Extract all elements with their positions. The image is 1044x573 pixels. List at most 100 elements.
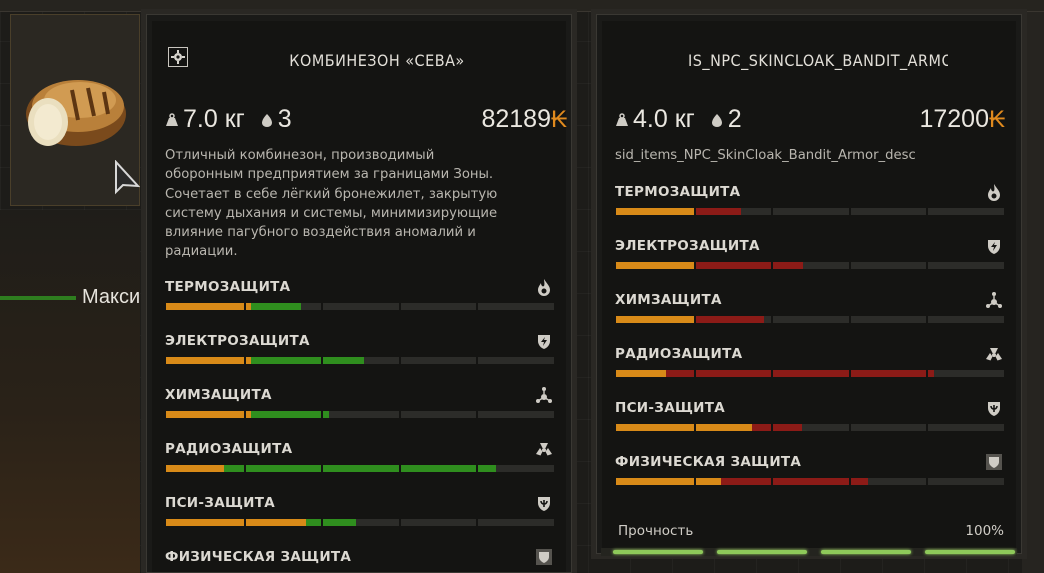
item-title: КОМБИНЕЗОН «СЕВА» bbox=[289, 51, 465, 70]
fire-icon bbox=[538, 279, 550, 296]
protection-base-segment bbox=[616, 316, 694, 323]
protection-diff-segment bbox=[251, 411, 329, 418]
durability-bar bbox=[601, 548, 1017, 556]
tooltip-body: IS_NPC_SKINCLOAK_BANDIT_ARMO 4.0 кг 2 17… bbox=[602, 21, 1016, 553]
protection-label: ФИЗИЧЕСКАЯ ЗАЩИТА bbox=[615, 454, 802, 470]
protection-base-segment bbox=[166, 303, 251, 310]
protection-label: ТЕРМОЗАЩИТА bbox=[165, 279, 291, 295]
item-slots: 2 bbox=[727, 105, 742, 133]
price-value: 82189 bbox=[481, 105, 551, 133]
bar-divider bbox=[244, 303, 246, 310]
bar-divider bbox=[694, 478, 696, 485]
item-weight: 4.0 кг bbox=[633, 105, 695, 133]
protection-label: ПСИ-ЗАЩИТА bbox=[165, 495, 275, 511]
description-line: оборонным предприятием за границами Зоны… bbox=[165, 167, 494, 183]
protection-base-segment bbox=[616, 262, 694, 269]
bar-divider bbox=[926, 370, 928, 377]
protection-diff-segment bbox=[306, 519, 356, 526]
protection-base-segment bbox=[166, 519, 306, 526]
protection-label: ПСИ-ЗАЩИТА bbox=[615, 400, 725, 416]
bar-divider bbox=[849, 316, 851, 323]
fire-icon bbox=[988, 184, 1000, 201]
chemical-icon bbox=[986, 292, 1002, 308]
bar-divider bbox=[849, 424, 851, 431]
description-line: систему дыхания и системы, минимизирующи… bbox=[165, 205, 498, 221]
bar-divider bbox=[926, 208, 928, 215]
partial-label: Макси bbox=[82, 286, 141, 308]
durability-segment bbox=[613, 550, 703, 554]
protection-base-segment bbox=[166, 357, 251, 364]
protection-label: ЭЛЕКТРОЗАЩИТА bbox=[615, 238, 760, 254]
bar-divider bbox=[926, 316, 928, 323]
bar-divider bbox=[694, 262, 696, 269]
bar-divider bbox=[771, 316, 773, 323]
protection-label: ТЕРМОЗАЩИТА bbox=[615, 184, 741, 200]
item-slots: 3 bbox=[277, 105, 292, 133]
slot-icon bbox=[711, 114, 722, 128]
bread-item-image bbox=[26, 80, 126, 146]
protection-label: ФИЗИЧЕСКАЯ ЗАЩИТА bbox=[165, 549, 352, 565]
chemical-icon bbox=[536, 387, 552, 403]
description-line: Отличный комбинезон, производимый bbox=[165, 148, 435, 163]
item-weight: 7.0 кг bbox=[183, 105, 245, 133]
protection-label: РАДИОЗАЩИТА bbox=[165, 441, 293, 457]
psi-shield-icon bbox=[538, 497, 550, 511]
durability-label: Прочность bbox=[618, 523, 694, 539]
armor-shield-icon bbox=[986, 454, 1002, 470]
protection-bar bbox=[166, 357, 554, 364]
bar-divider bbox=[771, 424, 773, 431]
item-price: 17200₭ bbox=[852, 105, 1005, 134]
tooltip-body: КОМБИНЕЗОН «СЕВА» 7.0 кг 3 82189₭ Отличн… bbox=[152, 21, 567, 572]
protection-diff-segment bbox=[721, 478, 868, 485]
protection-label: ХИМЗАЩИТА bbox=[165, 387, 272, 403]
bar-divider bbox=[849, 262, 851, 269]
bar-divider bbox=[321, 303, 323, 310]
protection-bar bbox=[616, 262, 1004, 269]
protection-bar bbox=[166, 303, 554, 310]
protection-label: ЭЛЕКТРОЗАЩИТА bbox=[165, 333, 310, 349]
bar-divider bbox=[399, 303, 401, 310]
bar-divider bbox=[476, 303, 478, 310]
protection-base-segment bbox=[166, 411, 251, 418]
durability-value: 100% bbox=[965, 523, 1004, 539]
protection-diff-segment bbox=[694, 208, 741, 215]
bar-divider bbox=[926, 424, 928, 431]
gear-icon[interactable] bbox=[168, 47, 188, 67]
bar-divider bbox=[244, 465, 246, 472]
currency-icon: ₭ bbox=[550, 106, 567, 133]
price-value: 17200 bbox=[919, 105, 989, 133]
bar-divider bbox=[399, 465, 401, 472]
lightning-shield-icon bbox=[538, 335, 550, 349]
bar-divider bbox=[476, 411, 478, 418]
bar-divider bbox=[771, 262, 773, 269]
protection-base-segment bbox=[616, 208, 694, 215]
protection-diff-segment bbox=[752, 424, 802, 431]
top-bar bbox=[0, 0, 1044, 12]
description-line: Сочетает в себе лёгкий бронежилет, закры… bbox=[165, 186, 498, 202]
bar-divider bbox=[926, 478, 928, 485]
character-panel-background bbox=[0, 210, 140, 573]
bar-divider bbox=[321, 357, 323, 364]
item-price: 82189₭ bbox=[402, 105, 567, 134]
bar-divider bbox=[694, 316, 696, 323]
bar-divider bbox=[849, 478, 851, 485]
protection-base-segment bbox=[616, 424, 752, 431]
mouse-cursor-icon bbox=[115, 160, 140, 195]
bar-divider bbox=[771, 370, 773, 377]
bar-divider bbox=[694, 208, 696, 215]
protection-bar bbox=[616, 316, 1004, 323]
bar-divider bbox=[399, 357, 401, 364]
bar-divider bbox=[771, 208, 773, 215]
durability-segment bbox=[925, 550, 1015, 554]
protection-base-segment bbox=[166, 465, 224, 472]
protection-diff-segment bbox=[694, 316, 764, 323]
bar-divider bbox=[321, 411, 323, 418]
health-bar bbox=[0, 296, 76, 300]
radiation-icon bbox=[986, 348, 1002, 361]
item-tooltip-left: КОМБИНЕЗОН «СЕВА» 7.0 кг 3 82189₭ Отличн… bbox=[141, 9, 577, 573]
bar-divider bbox=[849, 208, 851, 215]
description-line: радиации. bbox=[165, 244, 238, 260]
bar-divider bbox=[849, 370, 851, 377]
bar-divider bbox=[321, 465, 323, 472]
bar-divider bbox=[926, 262, 928, 269]
